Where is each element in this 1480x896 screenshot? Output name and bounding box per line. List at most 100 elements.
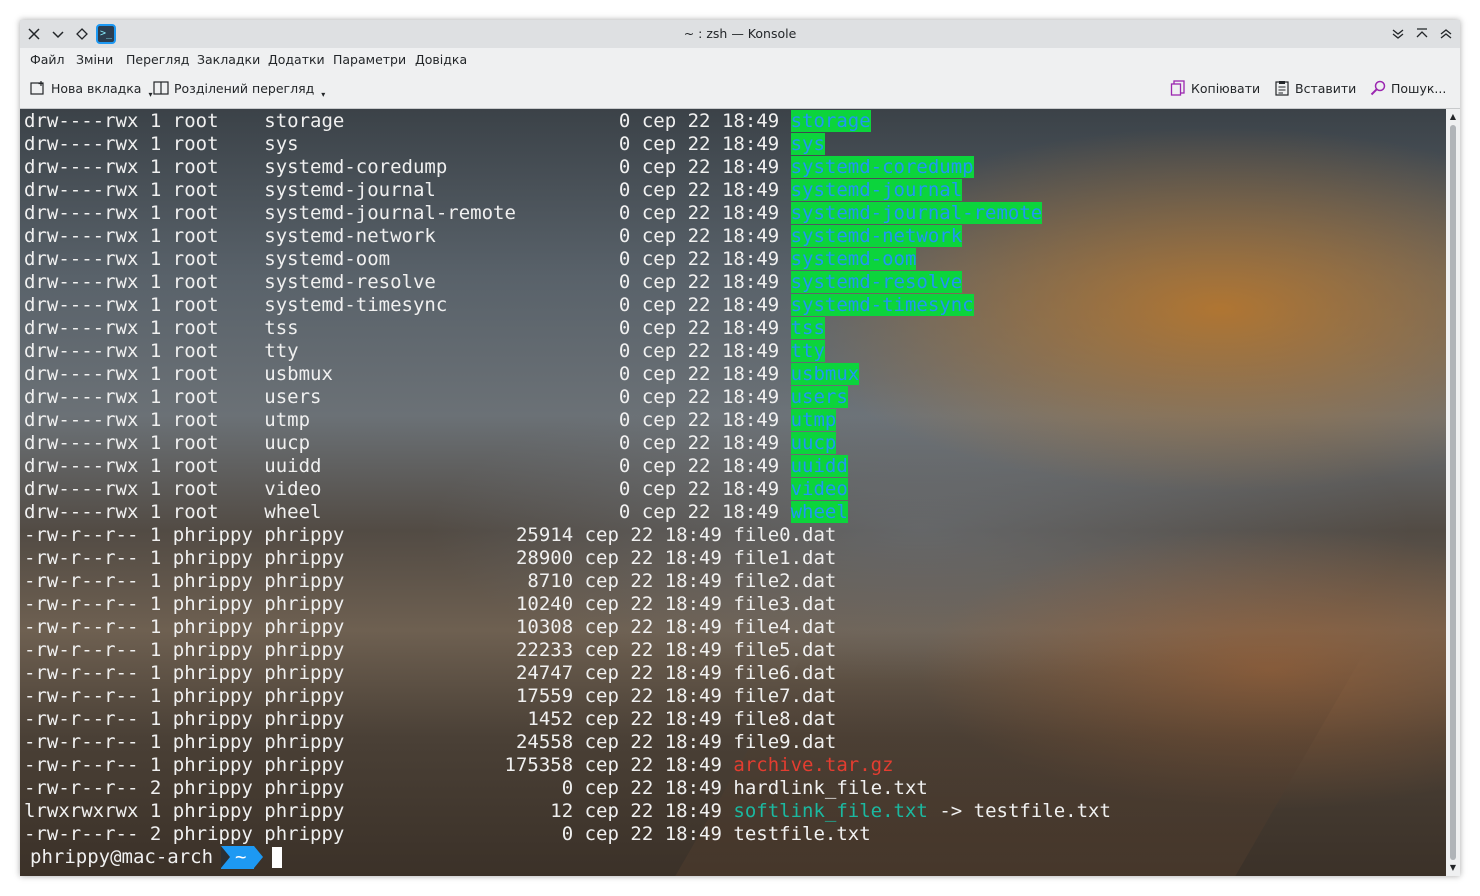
terminal-line: drw----rwx 1 root usbmux 0 сер 22 18:49 … xyxy=(24,363,1111,386)
file-name: hardlink_file.txt xyxy=(733,777,928,799)
link-count: 1 xyxy=(149,547,162,569)
month: сер xyxy=(641,202,677,224)
terminal-line: drw----rwx 1 root storage 0 сер 22 18:49… xyxy=(24,110,1111,133)
owner: root xyxy=(172,317,253,339)
size: 0 xyxy=(561,225,631,247)
size: 0 xyxy=(561,386,631,408)
menu-edit[interactable]: Зміни xyxy=(76,52,113,67)
terminal-line: -rw-r--r-- 1 phrippy phrippy 17559 сер 2… xyxy=(24,685,1111,708)
file-name: file6.dat xyxy=(733,662,837,684)
permissions: drw----rwx xyxy=(24,317,139,339)
link-count: 1 xyxy=(149,662,162,684)
target-name: tty xyxy=(264,340,516,362)
menu-settings[interactable]: Параметри xyxy=(333,52,406,67)
time: 18:49 xyxy=(664,777,722,799)
time: 18:49 xyxy=(664,593,722,615)
owner: phrippy xyxy=(172,708,253,730)
month: сер xyxy=(584,685,619,707)
file-name: file1.dat xyxy=(733,547,837,569)
month: сер xyxy=(584,777,619,799)
scroll-down-icon[interactable]: ▼ xyxy=(1446,862,1460,874)
time: 18:49 xyxy=(664,570,722,592)
file-name: systemd-timesync xyxy=(790,294,974,316)
owner: root xyxy=(172,409,253,431)
terminal-line: drw----rwx 1 root systemd-timesync 0 сер… xyxy=(24,294,1111,317)
month: сер xyxy=(641,432,677,454)
terminal-line: -rw-r--r-- 1 phrippy phrippy 10308 сер 2… xyxy=(24,616,1111,639)
maximize-icon[interactable] xyxy=(1412,24,1432,44)
month: сер xyxy=(641,501,677,523)
time: 18:49 xyxy=(721,294,780,316)
link-count: 1 xyxy=(149,202,162,224)
scrollbar-thumb[interactable] xyxy=(1450,125,1456,860)
month: сер xyxy=(641,409,677,431)
file-name: uucp xyxy=(790,432,837,454)
menu-help[interactable]: Довідка xyxy=(415,52,467,67)
copy-button[interactable]: Копіювати xyxy=(1170,80,1260,96)
title-bar[interactable]: >_ ~ : zsh — Konsole xyxy=(20,20,1460,48)
file-name: usbmux xyxy=(790,363,860,385)
day: 22 xyxy=(630,777,654,799)
permissions: -rw-r--r-- xyxy=(24,593,139,615)
link-count: 1 xyxy=(149,478,162,500)
group: phrippy xyxy=(264,685,345,707)
link-count: 1 xyxy=(149,754,162,776)
time: 18:49 xyxy=(664,616,722,638)
menu-bookmarks[interactable]: Закладки xyxy=(197,52,260,67)
permissions: drw----rwx xyxy=(24,409,139,431)
terminal-line: drw----rwx 1 root wheel 0 сер 22 18:49 w… xyxy=(24,501,1111,524)
size: 25914 xyxy=(504,524,574,546)
search-button[interactable]: Пошук... xyxy=(1370,80,1446,96)
scroll-up-icon[interactable]: ▲ xyxy=(1446,111,1460,123)
time: 18:49 xyxy=(721,179,780,201)
target-name: video xyxy=(264,478,516,500)
permissions: -rw-r--r-- xyxy=(24,708,139,730)
time: 18:49 xyxy=(721,248,780,270)
split-view-dropdown-icon[interactable]: ▾ xyxy=(321,90,325,99)
time: 18:49 xyxy=(721,501,780,523)
terminal-line: -rw-r--r-- 1 phrippy phrippy 25914 сер 2… xyxy=(24,524,1111,547)
month: сер xyxy=(584,823,619,845)
terminal-line: drw----rwx 1 root users 0 сер 22 18:49 u… xyxy=(24,386,1111,409)
owner: root xyxy=(172,294,253,316)
day: 22 xyxy=(630,685,654,707)
day: 22 xyxy=(687,432,711,454)
paste-button[interactable]: Вставити xyxy=(1274,80,1356,96)
owner: phrippy xyxy=(172,593,253,615)
terminal-line: drw----rwx 1 root systemd-coredump 0 сер… xyxy=(24,156,1111,179)
menu-plugins[interactable]: Додатки xyxy=(268,52,325,67)
month: сер xyxy=(641,271,677,293)
terminal-view[interactable]: drw----rwx 1 root storage 0 сер 22 18:49… xyxy=(20,109,1446,876)
target-name: utmp xyxy=(264,409,516,431)
target-name: wheel xyxy=(264,501,516,523)
shade-icon[interactable] xyxy=(1436,24,1456,44)
terminal-scrollbar[interactable]: ▲ ▼ xyxy=(1446,109,1460,876)
month: сер xyxy=(584,731,619,753)
new-tab-button[interactable]: Нова вкладка ▾ xyxy=(30,80,152,99)
size: 12 xyxy=(504,800,574,822)
menu-view[interactable]: Перегляд xyxy=(126,52,189,67)
group: phrippy xyxy=(264,639,345,661)
day: 22 xyxy=(687,156,711,178)
menu-file[interactable]: Файл xyxy=(30,52,65,67)
time: 18:49 xyxy=(721,133,780,155)
owner: root xyxy=(172,363,253,385)
time: 18:49 xyxy=(721,340,780,362)
prompt-line[interactable]: phrippy@mac-arch ~ xyxy=(24,846,1111,869)
month: сер xyxy=(641,179,677,201)
owner: phrippy xyxy=(172,547,253,569)
month: сер xyxy=(641,156,677,178)
owner: root xyxy=(172,455,253,477)
link-count: 1 xyxy=(149,501,162,523)
month: сер xyxy=(641,363,677,385)
time: 18:49 xyxy=(721,156,780,178)
size: 0 xyxy=(561,501,631,523)
link-count: 1 xyxy=(149,156,162,178)
split-view-button[interactable]: Розділений перегляд ▾ xyxy=(153,80,325,99)
month: сер xyxy=(584,639,619,661)
minimize-icon[interactable] xyxy=(1388,24,1408,44)
month: сер xyxy=(641,340,677,362)
new-tab-dropdown-icon[interactable]: ▾ xyxy=(148,90,152,99)
day: 22 xyxy=(687,455,711,477)
time: 18:49 xyxy=(664,685,722,707)
